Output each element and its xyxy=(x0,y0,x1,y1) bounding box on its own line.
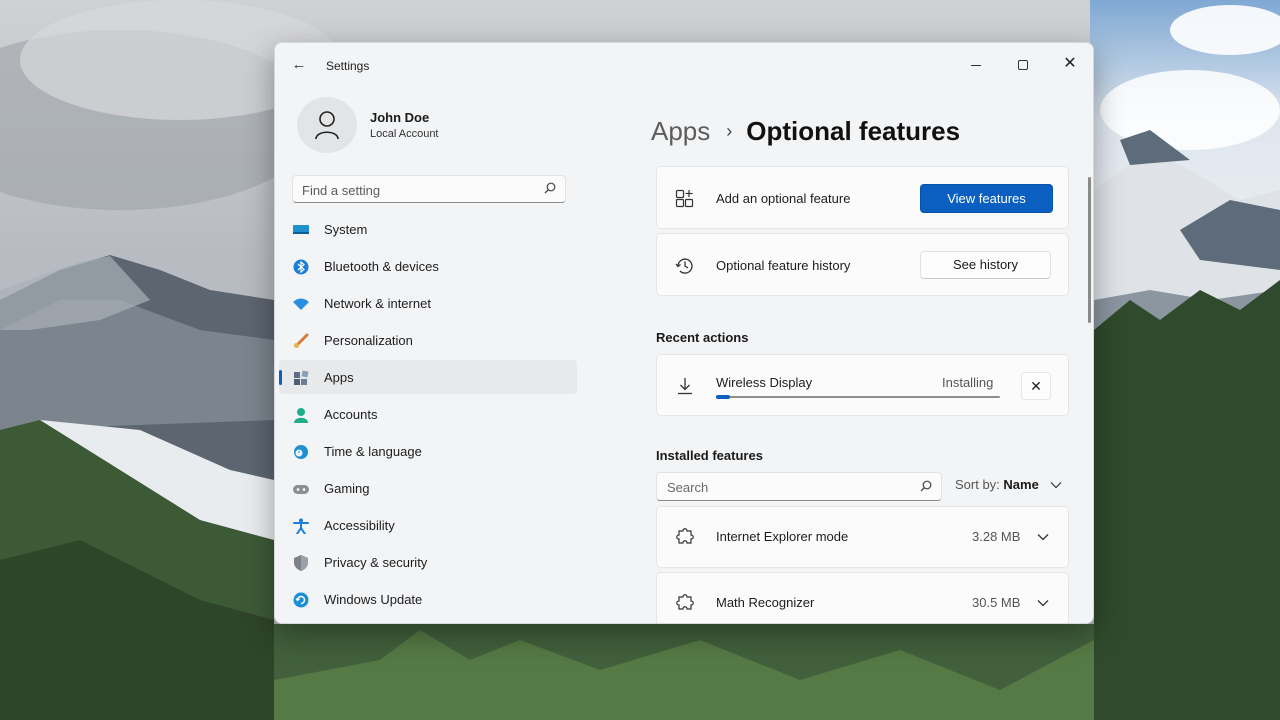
sidebar-item-personalization[interactable]: Personalization xyxy=(279,323,577,357)
sidebar-item-accessibility[interactable]: Accessibility xyxy=(279,508,577,542)
sidebar-item-system[interactable]: System xyxy=(279,212,577,246)
search-icon xyxy=(544,182,556,194)
sidebar-item-label: Apps xyxy=(324,370,354,385)
minimize-button[interactable] xyxy=(953,49,999,79)
see-history-button[interactable]: See history xyxy=(920,251,1051,279)
person-icon xyxy=(315,111,339,140)
breadcrumb: Apps › Optional features xyxy=(651,116,960,147)
recent-action-name: Wireless Display xyxy=(716,375,813,390)
wifi-icon xyxy=(293,298,309,310)
sidebar-item-bluetooth[interactable]: Bluetooth & devices xyxy=(279,249,577,283)
user-name: John Doe xyxy=(370,110,430,125)
sidebar-item-apps[interactable]: Apps xyxy=(279,360,577,394)
sidebar-item-time-language[interactable]: Time & language xyxy=(279,434,577,468)
refresh-icon xyxy=(293,592,309,608)
feature-size: 30.5 MB xyxy=(972,595,1021,610)
gamepad-icon xyxy=(293,485,309,494)
status-text: Installing xyxy=(942,375,994,390)
sidebar-item-privacy-security[interactable]: Privacy & security xyxy=(279,545,577,579)
avatar xyxy=(297,97,357,153)
sidebar-item-label: Accessibility xyxy=(324,518,395,533)
settings-search[interactable] xyxy=(292,175,566,203)
sidebar-item-gaming[interactable]: Gaming xyxy=(279,471,577,505)
sidebar-item-label: Gaming xyxy=(324,481,370,496)
installed-feature-row[interactable]: Internet Explorer mode 3.28 MB xyxy=(656,506,1069,568)
sort-value: Name xyxy=(1003,477,1039,492)
installed-search-input[interactable] xyxy=(667,478,907,496)
sidebar-item-label: System xyxy=(324,222,368,237)
installed-search[interactable] xyxy=(656,472,942,501)
close-button[interactable]: ✕ xyxy=(1047,49,1093,79)
settings-window: ← Settings ✕ John Doe Local Account Syst… xyxy=(274,42,1094,624)
recent-actions-heading: Recent actions xyxy=(656,330,749,345)
shield-icon xyxy=(294,555,308,571)
add-feature-card: Add an optional feature View features xyxy=(656,166,1069,229)
sidebar-item-label: Windows Update xyxy=(324,592,423,607)
feature-size: 3.28 MB xyxy=(972,529,1021,544)
sidebar-item-label: Accounts xyxy=(324,407,378,422)
brush-icon xyxy=(294,333,309,348)
chevron-down-icon[interactable] xyxy=(1037,599,1049,607)
page-title: Optional features xyxy=(746,116,961,146)
add-apps-icon xyxy=(675,189,694,208)
feature-name: Internet Explorer mode xyxy=(716,529,849,544)
accessibility-icon xyxy=(293,518,309,534)
recent-action-item: Wireless Display Installing ✕ xyxy=(656,354,1069,416)
apps-icon xyxy=(294,370,309,385)
install-progress-bar xyxy=(716,395,1000,399)
back-button[interactable]: ← xyxy=(289,55,309,75)
window-title: Settings xyxy=(326,59,370,73)
cancel-install-button[interactable]: ✕ xyxy=(1021,372,1051,400)
chevron-down-icon[interactable] xyxy=(1037,533,1049,541)
view-features-button[interactable]: View features xyxy=(920,184,1053,213)
sidebar-item-label: Personalization xyxy=(324,333,413,348)
chevron-down-icon xyxy=(1051,482,1062,489)
account-type: Local Account xyxy=(370,128,439,140)
globe-clock-icon xyxy=(294,445,308,459)
puzzle-icon xyxy=(676,528,694,544)
maximize-button[interactable] xyxy=(1000,49,1046,79)
feature-history-card: Optional feature history See history xyxy=(656,233,1069,296)
minimize-icon xyxy=(971,64,981,66)
install-progress-fill xyxy=(716,395,731,399)
breadcrumb-apps-link[interactable]: Apps xyxy=(651,116,710,146)
sidebar-item-accounts[interactable]: Accounts xyxy=(279,397,577,431)
history-icon xyxy=(675,258,693,274)
maximize-icon xyxy=(1018,60,1028,71)
system-icon xyxy=(293,225,309,234)
add-feature-label: Add an optional feature xyxy=(716,191,851,206)
installed-features-heading: Installed features xyxy=(656,448,763,463)
sort-label: Sort by: xyxy=(955,477,1000,492)
chevron-right-icon: › xyxy=(726,121,733,141)
bluetooth-icon xyxy=(293,259,309,275)
feature-history-label: Optional feature history xyxy=(716,258,851,273)
scrollbar[interactable] xyxy=(1088,177,1091,323)
sidebar-item-label: Network & internet xyxy=(324,296,431,311)
title-bar: ← Settings ✕ xyxy=(275,43,1093,87)
puzzle-icon xyxy=(676,594,694,610)
sort-dropdown[interactable]: Sort by: Name xyxy=(955,477,1062,492)
feature-name: Math Recognizer xyxy=(716,595,815,610)
sidebar-item-windows-update[interactable]: Windows Update xyxy=(279,582,577,616)
sidebar-item-network[interactable]: Network & internet xyxy=(279,286,577,320)
sidebar-item-label: Time & language xyxy=(324,444,422,459)
sidebar-item-label: Bluetooth & devices xyxy=(324,259,439,274)
sidebar-item-label: Privacy & security xyxy=(324,555,428,570)
installed-feature-row[interactable]: Math Recognizer 30.5 MB xyxy=(656,572,1069,623)
settings-search-input[interactable] xyxy=(302,181,532,199)
search-icon xyxy=(920,480,932,492)
download-icon xyxy=(678,378,692,395)
person-icon xyxy=(294,408,308,423)
